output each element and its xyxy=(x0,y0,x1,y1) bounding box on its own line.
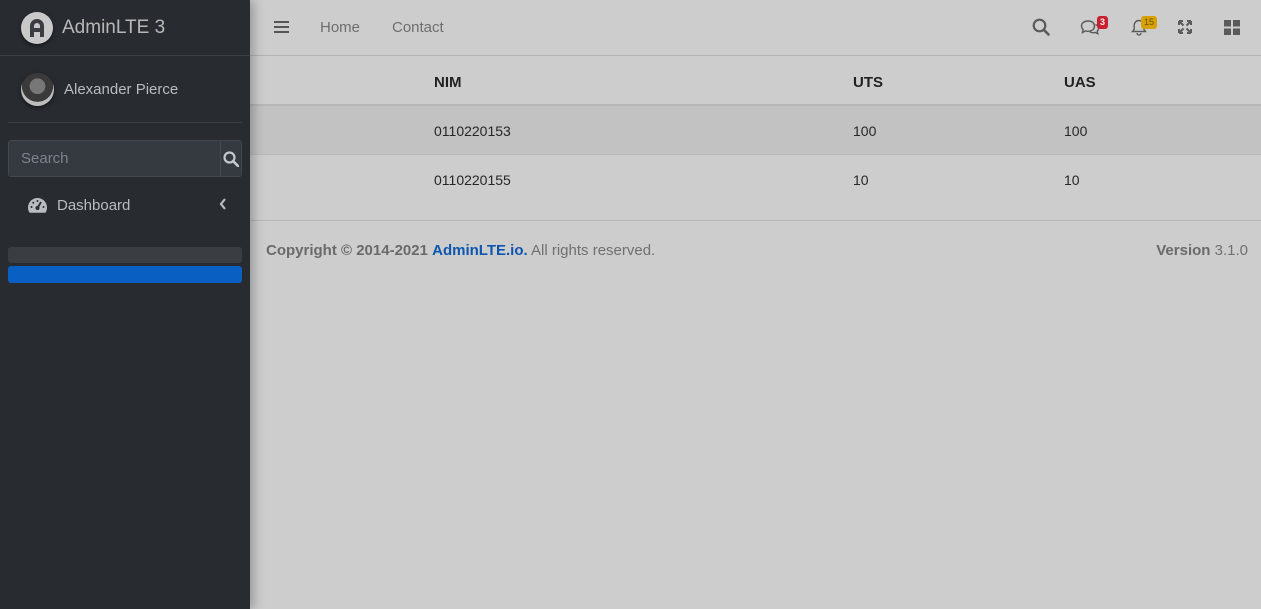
notifications-badge: 15 xyxy=(1141,16,1158,29)
navbar-search-icon[interactable] xyxy=(1032,18,1050,36)
table-row[interactable]: 0110220153 100 100 xyxy=(250,106,1261,155)
top-navbar: Home Contact 3 15 xyxy=(250,0,1261,56)
sidebar-active-bar xyxy=(8,266,242,283)
sidebar-item-dashboard[interactable]: Dashboard xyxy=(8,189,242,222)
sidebar-item-label: Dashboard xyxy=(57,197,131,214)
main-footer: Copyright © 2014-2021 AdminLTE.io. All r… xyxy=(250,220,1261,278)
copyright-suffix: All rights reserved. xyxy=(531,242,656,259)
fullscreen-icon[interactable] xyxy=(1178,20,1192,34)
version-info: Version 3.1.0 xyxy=(1156,242,1248,259)
copyright-text: Copyright © 2014-2021 AdminLTE.io. All r… xyxy=(266,242,655,259)
cell-uts: 10 xyxy=(853,172,869,188)
table-header: NIM UTS UAS xyxy=(250,57,1261,106)
sidebar-search xyxy=(8,140,242,177)
copyright-prefix: Copyright © 2014-2021 xyxy=(266,242,428,259)
table-row[interactable]: 0110220155 10 10 xyxy=(250,155,1261,204)
cell-uts: 100 xyxy=(853,123,877,139)
nav-link-home[interactable]: Home xyxy=(320,19,360,36)
user-panel[interactable]: Alexander Pierce xyxy=(8,56,242,123)
search-icon xyxy=(223,150,239,167)
control-sidebar-icon[interactable] xyxy=(1224,20,1240,35)
messages-dropdown[interactable]: 3 xyxy=(1080,14,1112,38)
cell-uas: 10 xyxy=(1064,172,1080,188)
menu-toggle-icon[interactable] xyxy=(274,20,289,34)
cell-nim: 0110220155 xyxy=(434,172,511,188)
notifications-dropdown[interactable]: 15 xyxy=(1130,14,1162,38)
cell-nim: 0110220153 xyxy=(434,123,511,139)
cell-uas: 100 xyxy=(1064,123,1088,139)
messages-badge: 3 xyxy=(1097,16,1109,29)
main-sidebar: AdminLTE 3 Alexander Pierce Dashboard xyxy=(0,0,250,609)
version-value: 3.1.0 xyxy=(1214,242,1248,259)
sidebar-placeholder-bar xyxy=(8,247,242,263)
column-header-uas[interactable]: UAS xyxy=(1064,74,1096,91)
column-header-nim[interactable]: NIM xyxy=(434,74,462,91)
grades-table: NIM UTS UAS 0110220153 100 100 011022015… xyxy=(250,57,1261,204)
adminlte-logo-icon xyxy=(21,11,53,44)
adminlte-link[interactable]: AdminLTE.io. xyxy=(432,242,528,259)
version-label: Version xyxy=(1156,242,1211,259)
sidebar-search-button[interactable] xyxy=(220,141,241,176)
tachometer-icon xyxy=(28,198,47,213)
chevron-left-icon xyxy=(219,198,226,210)
user-avatar[interactable] xyxy=(21,72,54,106)
user-name[interactable]: Alexander Pierce xyxy=(64,81,178,98)
brand-link[interactable]: AdminLTE 3 xyxy=(0,0,250,56)
sidebar-search-input[interactable] xyxy=(9,141,220,176)
column-header-uts[interactable]: UTS xyxy=(853,74,883,91)
nav-link-contact[interactable]: Contact xyxy=(392,19,444,36)
brand-title: AdminLTE 3 xyxy=(62,16,166,38)
